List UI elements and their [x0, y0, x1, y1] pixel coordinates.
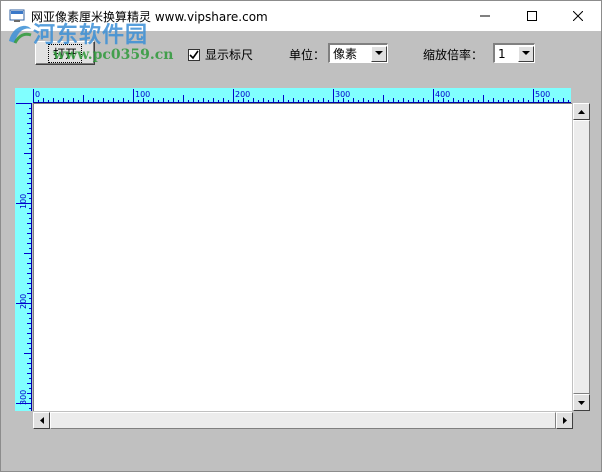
horizontal-ruler: 0 100 200 300 400 500 [33, 88, 571, 103]
minimize-icon [480, 15, 490, 17]
show-ruler-label: 显示标尺 [205, 48, 254, 62]
zoom-dropdown-button[interactable] [518, 45, 534, 62]
unit-label: 单位： [289, 48, 326, 62]
minimize-button[interactable] [462, 1, 508, 31]
image-canvas[interactable] [33, 103, 572, 411]
horizontal-ruler-ticks [33, 89, 569, 102]
maximize-icon [527, 11, 537, 21]
open-button-label: 打开 [47, 43, 83, 63]
ruler-tick-label: 400 [435, 90, 451, 99]
checkmark-icon [189, 50, 199, 59]
vertical-ruler-ticks [16, 103, 31, 409]
ruler-tick-label: 0 [35, 90, 41, 99]
ruler-tick-label: 200 [235, 90, 251, 99]
chevron-down-icon [522, 51, 530, 55]
ruler-tick-label: 100 [135, 90, 151, 99]
ruler-tick-label: 200 [19, 293, 28, 309]
unit-select-value: 像素 [333, 47, 358, 61]
ruler-tick-label: 100 [19, 193, 28, 209]
window-title: 网亚像素厘米换算精灵 www.vipshare.com [31, 10, 268, 24]
show-ruler-checkbox[interactable]: 显示标尺 [188, 46, 253, 63]
scroll-right-button[interactable] [556, 412, 573, 429]
ruler-tick-label: 300 [335, 90, 351, 99]
ruler-tick-label: 300 [19, 389, 28, 405]
zoom-label: 缩放倍率： [423, 48, 484, 62]
horizontal-scrollbar[interactable] [33, 412, 573, 429]
ruler-tick-label: 500 [535, 90, 551, 99]
scroll-up-button[interactable] [573, 103, 590, 120]
vertical-scrollbar[interactable] [573, 103, 590, 411]
app-window: 网亚像素厘米换算精灵 www.vipshare.com 打开 显示标尺 单位： … [0, 0, 602, 472]
scrollbar-corner [573, 412, 590, 429]
zoom-select[interactable]: 1 [493, 43, 535, 63]
vertical-scroll-thumb[interactable] [573, 120, 590, 394]
maximize-button[interactable] [509, 1, 555, 31]
checkbox-box[interactable] [188, 48, 200, 61]
arrow-right-icon [562, 417, 567, 424]
chevron-down-icon [375, 51, 383, 55]
unit-select[interactable]: 像素 [328, 43, 388, 63]
close-icon [573, 11, 583, 21]
zoom-select-value: 1 [498, 46, 506, 61]
title-bar[interactable]: 网亚像素厘米换算精灵 www.vipshare.com [1, 1, 601, 31]
scroll-down-button[interactable] [573, 394, 590, 411]
close-button[interactable] [555, 1, 601, 31]
open-button[interactable]: 打开 [35, 41, 95, 65]
ruler-corner [15, 88, 33, 103]
unit-dropdown-button[interactable] [371, 45, 387, 62]
horizontal-scroll-thumb[interactable] [50, 412, 556, 429]
arrow-left-icon [39, 417, 44, 424]
scroll-left-button[interactable] [33, 412, 50, 429]
vertical-ruler: 100 200 300 [15, 103, 32, 411]
arrow-up-icon [578, 109, 585, 114]
arrow-down-icon [578, 400, 585, 405]
app-icon [9, 8, 25, 24]
